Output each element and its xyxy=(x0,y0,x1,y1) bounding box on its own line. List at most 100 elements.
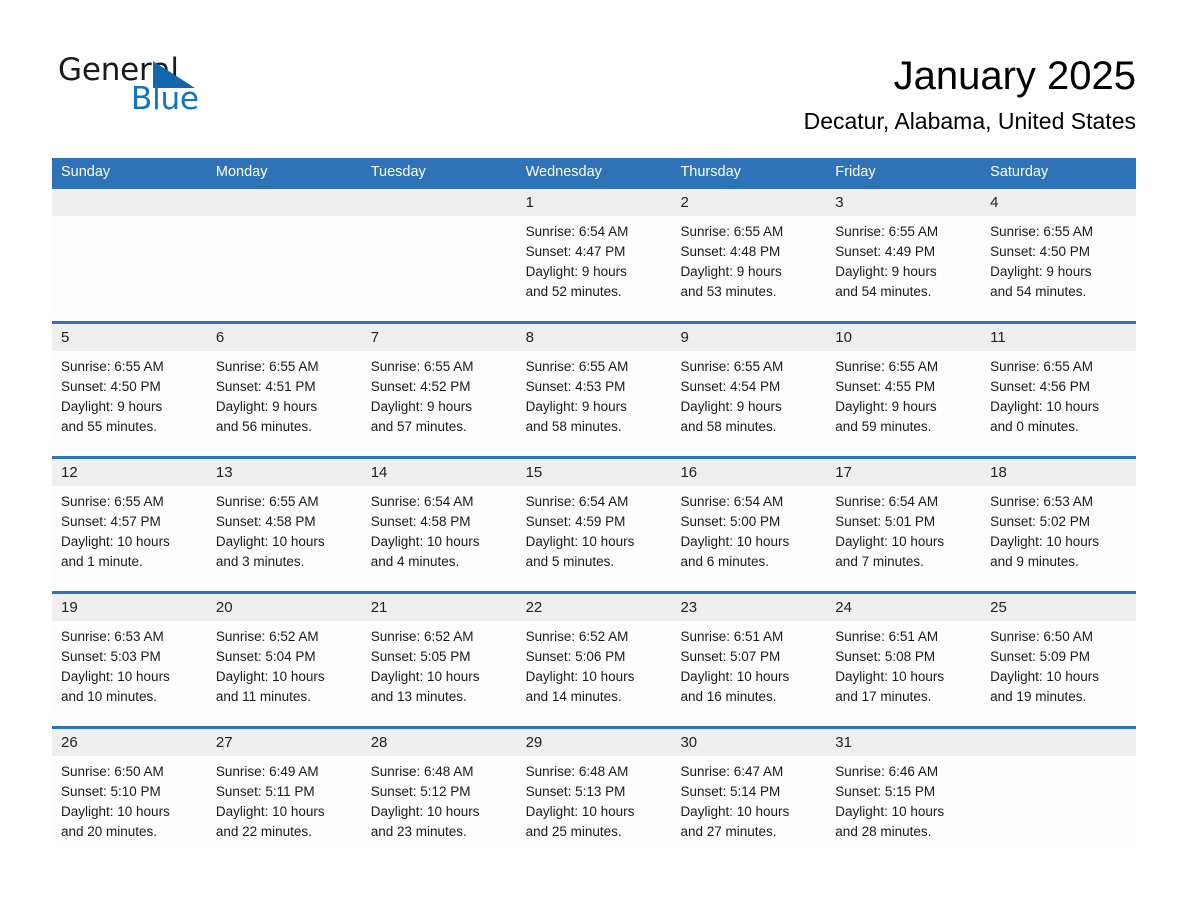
daylight-duration-line2: and 0 minutes. xyxy=(990,419,1079,434)
day-info: Sunrise: 6:50 AM Sunset: 5:09 PM Daylight:… xyxy=(981,621,1136,707)
day-number-band: 28 xyxy=(361,729,517,756)
day-number: 8 xyxy=(525,329,534,346)
sunrise-time: Sunrise: 6:53 AM xyxy=(990,494,1093,509)
day-number-band: 24 xyxy=(826,594,982,621)
calendar-day-cell[interactable]: 25 Sunrise: 6:50 AM Sunset: 5:09 PM Dayligh… xyxy=(981,594,1137,726)
daylight-duration-line2: and 28 minutes. xyxy=(835,824,932,839)
daylight-duration-line2: and 23 minutes. xyxy=(370,824,467,839)
sunrise-time: Sunrise: 6:53 AM xyxy=(61,629,164,644)
sunrise-time: Sunrise: 6:48 AM xyxy=(370,764,474,779)
calendar-day-cell[interactable]: 11 Sunrise: 6:55 AM Sunset: 4:56 PM Dayligh… xyxy=(981,324,1137,456)
sunrise-time: Sunrise: 6:55 AM xyxy=(215,494,319,509)
calendar-day-cell[interactable]: 23 Sunrise: 6:51 AM Sunset: 5:07 PM Dayligh… xyxy=(671,594,827,726)
daylight-duration-line1: Daylight: 10 hours xyxy=(990,399,1099,414)
sunset-time: Sunset: 5:00 PM xyxy=(680,514,781,529)
daylight-duration-line1: Daylight: 10 hours xyxy=(370,534,480,549)
daylight-duration-line1: Daylight: 10 hours xyxy=(680,804,790,819)
page-title: January 2025 xyxy=(893,54,1136,98)
day-number-band: 20 xyxy=(206,594,362,621)
daylight-duration-line1: Daylight: 10 hours xyxy=(525,669,635,684)
day-number: 4 xyxy=(990,194,999,211)
sunset-time: Sunset: 5:05 PM xyxy=(370,649,471,664)
daylight-duration-line2: and 54 minutes. xyxy=(835,284,932,299)
day-number-band: 25 xyxy=(981,594,1137,621)
daylight-duration-line2: and 53 minutes. xyxy=(680,284,777,299)
calendar-day-cell[interactable]: 2 Sunrise: 6:55 AM Sunset: 4:48 PM Daylight… xyxy=(671,189,827,321)
day-number: 27 xyxy=(215,734,233,751)
calendar-day-cell[interactable]: 7 Sunrise: 6:55 AM Sunset: 4:52 PM Daylight… xyxy=(361,324,517,456)
day-number-band xyxy=(981,729,1137,756)
calendar-grid: Sunday Monday Tuesday Wednesday Thursday… xyxy=(52,158,1137,844)
calendar-day-cell[interactable]: 13 Sunrise: 6:55 AM Sunset: 4:58 PM Dayligh… xyxy=(206,459,362,591)
calendar-day-cell[interactable]: 12 Sunrise: 6:55 AM Sunset: 4:57 PM Dayligh… xyxy=(52,459,207,591)
day-number-band: 27 xyxy=(206,729,362,756)
day-info: Sunrise: 6:55 AM Sunset: 4:57 PM Daylight:… xyxy=(52,486,207,572)
calendar-day-cell[interactable]: 28 Sunrise: 6:48 AM Sunset: 5:12 PM Dayligh… xyxy=(361,729,517,844)
day-number-band: 15 xyxy=(516,459,672,486)
daylight-duration-line2: and 54 minutes. xyxy=(990,284,1087,299)
sunrise-time: Sunrise: 6:52 AM xyxy=(215,629,319,644)
daylight-duration-line2: and 22 minutes. xyxy=(215,824,312,839)
day-number: 19 xyxy=(61,599,78,616)
daylight-duration-line1: Daylight: 10 hours xyxy=(370,804,480,819)
calendar-day-cell[interactable]: 4 Sunrise: 6:55 AM Sunset: 4:50 PM Daylight… xyxy=(981,189,1137,321)
calendar-week-row: 26 Sunrise: 6:50 AM Sunset: 5:10 PM Dayligh… xyxy=(52,726,1137,844)
sunset-time: Sunset: 4:47 PM xyxy=(525,244,626,259)
sunset-time: Sunset: 5:13 PM xyxy=(525,784,626,799)
day-info: Sunrise: 6:50 AM Sunset: 5:10 PM Daylight:… xyxy=(52,756,207,842)
day-number: 12 xyxy=(61,464,78,481)
weekday-header-thursday: Thursday xyxy=(680,164,741,180)
sunset-time: Sunset: 5:11 PM xyxy=(215,784,315,799)
calendar-day-cell[interactable]: 20 Sunrise: 6:52 AM Sunset: 5:04 PM Dayligh… xyxy=(206,594,362,726)
calendar-day-cell[interactable]: 6 Sunrise: 6:55 AM Sunset: 4:51 PM Daylight… xyxy=(206,324,362,456)
calendar-day-cell[interactable]: 29 Sunrise: 6:48 AM Sunset: 5:13 PM Dayligh… xyxy=(516,729,672,844)
calendar-day-cell[interactable]: 30 Sunrise: 6:47 AM Sunset: 5:14 PM Dayligh… xyxy=(671,729,827,844)
day-info: Sunrise: 6:54 AM Sunset: 5:00 PM Daylight:… xyxy=(671,486,826,572)
sunset-time: Sunset: 5:02 PM xyxy=(990,514,1090,529)
sunrise-time: Sunrise: 6:46 AM xyxy=(835,764,939,779)
calendar-day-cell[interactable]: 14 Sunrise: 6:54 AM Sunset: 4:58 PM Dayligh… xyxy=(361,459,517,591)
day-info: Sunrise: 6:49 AM Sunset: 5:11 PM Daylight:… xyxy=(207,756,362,842)
day-number-band: 29 xyxy=(516,729,672,756)
calendar-day-cell[interactable]: 19 Sunrise: 6:53 AM Sunset: 5:03 PM Dayligh… xyxy=(52,594,207,726)
general-blue-logo: General Blue xyxy=(58,52,358,122)
day-info: Sunrise: 6:55 AM Sunset: 4:53 PM Daylight:… xyxy=(517,351,672,437)
day-number-band: 19 xyxy=(52,594,207,621)
calendar-day-cell[interactable]: 31 Sunrise: 6:46 AM Sunset: 5:15 PM Dayligh… xyxy=(826,729,982,844)
daylight-duration-line1: Daylight: 10 hours xyxy=(835,669,945,684)
sunset-time: Sunset: 4:57 PM xyxy=(61,514,161,529)
sunrise-time: Sunrise: 6:55 AM xyxy=(990,359,1093,374)
calendar-day-cell[interactable]: 27 Sunrise: 6:49 AM Sunset: 5:11 PM Dayligh… xyxy=(206,729,362,844)
calendar-day-cell[interactable]: 22 Sunrise: 6:52 AM Sunset: 5:06 PM Dayligh… xyxy=(516,594,672,726)
calendar-day-cell[interactable]: 8 Sunrise: 6:55 AM Sunset: 4:53 PM Daylight… xyxy=(516,324,672,456)
calendar-day-cell[interactable]: 9 Sunrise: 6:55 AM Sunset: 4:54 PM Daylight… xyxy=(671,324,827,456)
calendar-day-cell[interactable]: 21 Sunrise: 6:52 AM Sunset: 5:05 PM Dayligh… xyxy=(361,594,517,726)
weekday-header-sunday: Sunday xyxy=(61,164,111,180)
day-number: 23 xyxy=(680,599,698,616)
calendar-day-cell[interactable]: 16 Sunrise: 6:54 AM Sunset: 5:00 PM Dayligh… xyxy=(671,459,827,591)
calendar-day-cell[interactable]: 24 Sunrise: 6:51 AM Sunset: 5:08 PM Dayligh… xyxy=(826,594,982,726)
calendar-day-cell[interactable]: 1 Sunrise: 6:54 AM Sunset: 4:47 PM Daylight… xyxy=(516,189,672,321)
day-number: 28 xyxy=(370,734,388,751)
calendar-day-cell[interactable]: 3 Sunrise: 6:55 AM Sunset: 4:49 PM Daylight… xyxy=(826,189,982,321)
sunset-time: Sunset: 4:50 PM xyxy=(61,379,161,394)
calendar-day-cell-empty xyxy=(206,189,362,321)
calendar-day-cell[interactable]: 18 Sunrise: 6:53 AM Sunset: 5:02 PM Dayligh… xyxy=(981,459,1137,591)
day-info: Sunrise: 6:55 AM Sunset: 4:49 PM Daylight:… xyxy=(826,216,981,302)
calendar-day-cell[interactable]: 10 Sunrise: 6:55 AM Sunset: 4:55 PM Dayligh… xyxy=(826,324,982,456)
daylight-duration-line1: Daylight: 9 hours xyxy=(525,399,627,414)
calendar-day-cell[interactable]: 15 Sunrise: 6:54 AM Sunset: 4:59 PM Dayligh… xyxy=(516,459,672,591)
day-info: Sunrise: 6:55 AM Sunset: 4:51 PM Daylight:… xyxy=(207,351,362,437)
weekday-header-saturday: Saturday xyxy=(990,164,1049,180)
title-block: January 2025 Decatur, Alabama, United St… xyxy=(804,50,1136,136)
sunset-time: Sunset: 4:52 PM xyxy=(370,379,471,394)
day-info: Sunrise: 6:48 AM Sunset: 5:12 PM Daylight:… xyxy=(362,756,517,842)
sunset-time: Sunset: 5:15 PM xyxy=(835,784,936,799)
calendar-day-cell[interactable]: 26 Sunrise: 6:50 AM Sunset: 5:10 PM Dayligh… xyxy=(52,729,207,844)
calendar-day-cell[interactable]: 5 Sunrise: 6:55 AM Sunset: 4:50 PM Daylight… xyxy=(52,324,207,456)
sunset-time: Sunset: 5:14 PM xyxy=(680,784,781,799)
sunset-time: Sunset: 4:51 PM xyxy=(215,379,316,394)
day-number-band: 5 xyxy=(52,324,207,351)
calendar-day-cell[interactable]: 17 Sunrise: 6:54 AM Sunset: 5:01 PM Dayligh… xyxy=(826,459,982,591)
day-number-band: 8 xyxy=(516,324,672,351)
